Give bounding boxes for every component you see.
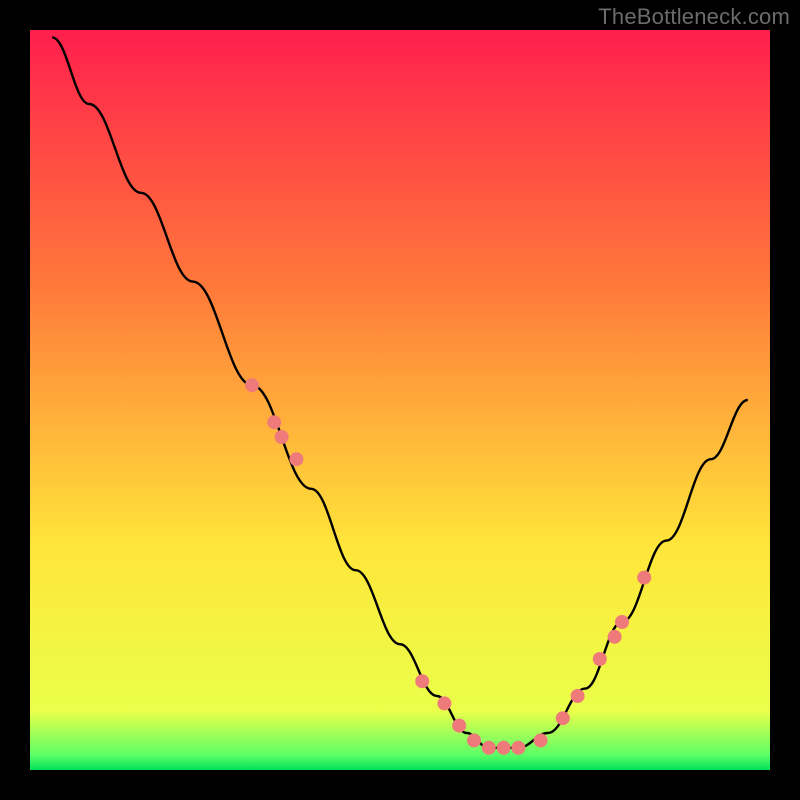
marker-point bbox=[593, 652, 607, 666]
marker-point bbox=[608, 630, 622, 644]
marker-point bbox=[467, 733, 481, 747]
watermark-text: TheBottleneck.com bbox=[598, 4, 790, 30]
marker-point bbox=[437, 696, 451, 710]
marker-point bbox=[615, 615, 629, 629]
marker-point bbox=[556, 711, 570, 725]
marker-point bbox=[637, 571, 651, 585]
marker-point bbox=[482, 741, 496, 755]
chart-container: TheBottleneck.com bbox=[0, 0, 800, 800]
marker-point bbox=[452, 719, 466, 733]
marker-point bbox=[267, 415, 281, 429]
marker-point bbox=[245, 378, 259, 392]
plot-background bbox=[30, 30, 770, 770]
marker-point bbox=[415, 674, 429, 688]
bottleneck-chart bbox=[0, 0, 800, 800]
marker-point bbox=[534, 733, 548, 747]
marker-point bbox=[289, 452, 303, 466]
marker-point bbox=[275, 430, 289, 444]
marker-point bbox=[571, 689, 585, 703]
marker-point bbox=[511, 741, 525, 755]
marker-point bbox=[497, 741, 511, 755]
